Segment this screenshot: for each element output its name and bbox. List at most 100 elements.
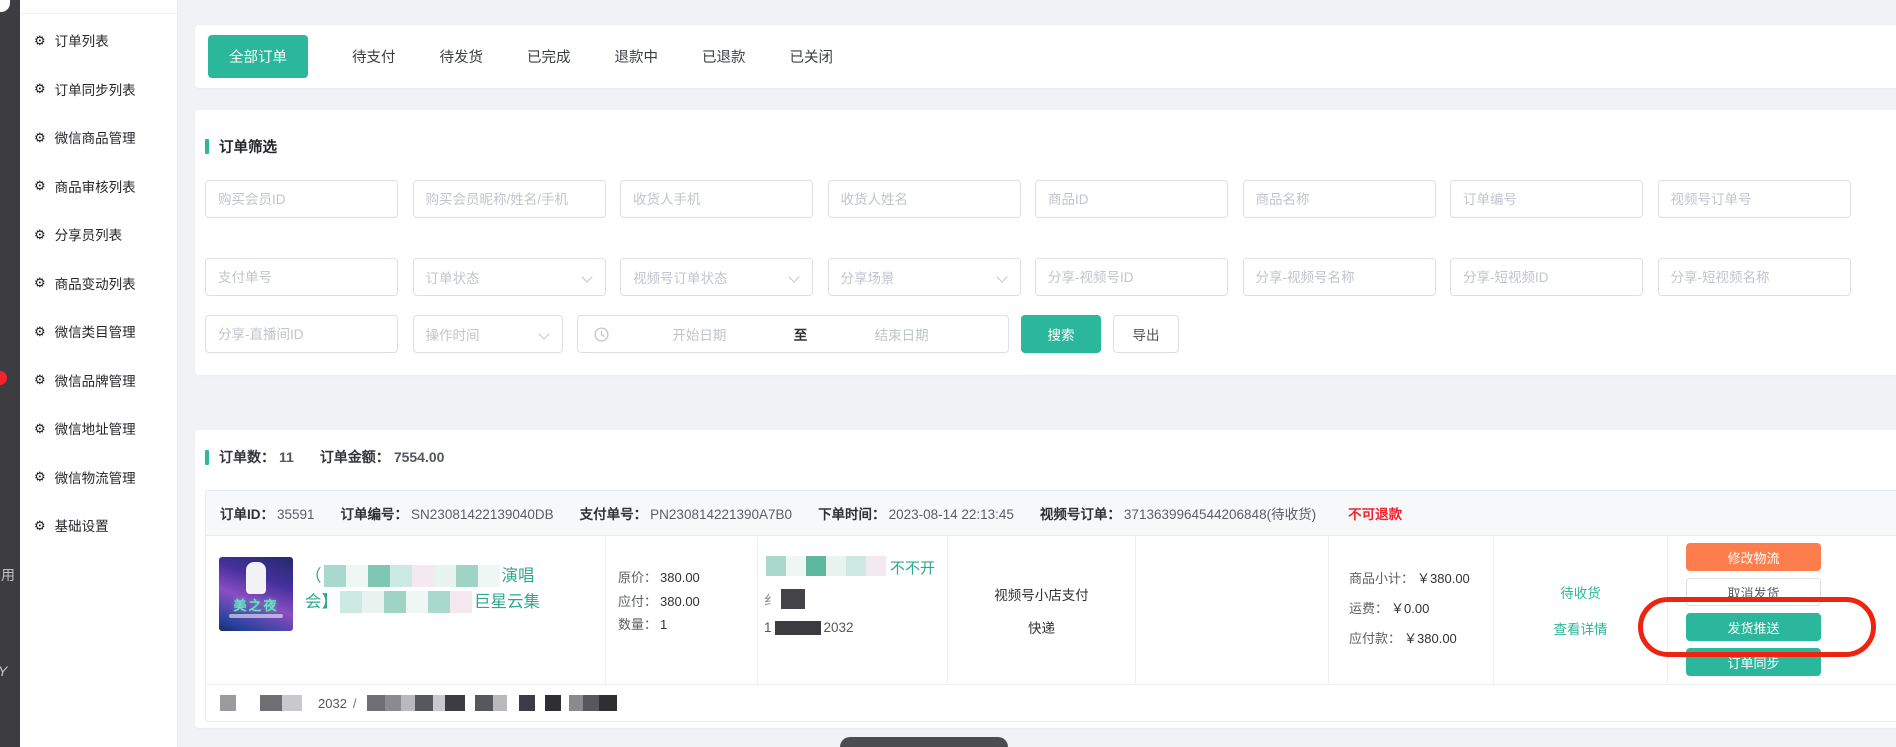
sidebar-item-order-sync-list[interactable]: ⚙订单同步列表 (20, 65, 177, 114)
gear-icon: ⚙ (34, 373, 46, 386)
section-marker-bar (205, 450, 209, 465)
tab-all-orders[interactable]: 全部订单 (208, 35, 308, 78)
start-date-placeholder[interactable]: 开始日期 (609, 324, 790, 344)
orig-price-value: 380.00 (660, 570, 700, 585)
tab-refunded[interactable]: 已退款 (702, 46, 746, 67)
sidebar-item-wechat-logistics[interactable]: ⚙微信物流管理 (20, 453, 177, 502)
receiver-phone-input[interactable] (620, 180, 813, 218)
sidebar-item-basic-settings[interactable]: ⚙ 基础设置 (20, 501, 177, 550)
sidebar-item-order-list[interactable]: ⚙订单列表 (20, 16, 177, 65)
order-sn-label: 订单编号： (341, 507, 409, 522)
order-stats-line: 订单数： 11 订单金额： 7554.00 (205, 447, 444, 467)
cancel-shipment-button[interactable]: 取消发货 (1686, 578, 1821, 606)
product-id-input[interactable] (1035, 180, 1228, 218)
customer-phone-suffix: 2032 (824, 620, 854, 635)
chevron-down-icon (996, 271, 1007, 282)
tab-pending-payment[interactable]: 待支付 (352, 46, 396, 67)
share-channel-name-input[interactable] (1243, 258, 1436, 296)
operate-time-select[interactable]: 操作时间 (413, 315, 563, 353)
clock-icon (594, 327, 609, 342)
status-cell: 待收货 查看详情 (1494, 536, 1668, 684)
freight-value: ￥0.00 (1391, 601, 1429, 616)
subtotal-label: 商品小计： (1349, 571, 1414, 586)
share-liveroom-id-input[interactable] (205, 315, 398, 353)
censor-mosaic (340, 591, 472, 613)
order-header: 订单ID：35591 订单编号：SN23081422139040DB 支付单号：… (206, 491, 1896, 536)
end-date-placeholder[interactable]: 结束日期 (811, 324, 992, 344)
product-cell: 美之夜 （ 演唱 会】 巨星云集 (206, 536, 606, 684)
app-logo (0, 0, 10, 12)
order-sn-input[interactable] (1450, 180, 1643, 218)
share-scene-select[interactable]: 分享场景 (828, 258, 1021, 296)
order-body: 美之夜 （ 演唱 会】 巨星云集 (206, 536, 1896, 684)
collapsed-dark-rail: 用 Y (0, 0, 20, 747)
tab-closed[interactable]: 已关闭 (790, 46, 834, 67)
order-admin-page: 用 Y ⚙订单列表 ⚙订单同步列表 ⚙微信商品管理 ⚙商品审核列表 ⚙分享员列表… (0, 0, 1896, 747)
select-placeholder: 分享场景 (841, 267, 895, 287)
tab-completed[interactable]: 已完成 (527, 46, 571, 67)
share-video-id-input[interactable] (1450, 258, 1643, 296)
status-badge: 待收货 (1560, 582, 1601, 602)
censor-block (775, 621, 821, 635)
order-card: 订单ID：35591 订单编号：SN23081422139040DB 支付单号：… (205, 490, 1896, 722)
price-cell: 原价：380.00 应付：380.00 数量：1 (606, 536, 758, 684)
channels-order-status-select[interactable]: 视频号订单状态 (620, 258, 813, 296)
sidebar-item-wechat-category[interactable]: ⚙微信类目管理 (20, 307, 177, 356)
order-status-select[interactable]: 订单状态 (413, 258, 606, 296)
buyer-id-input[interactable] (205, 180, 398, 218)
sidebar-item-label: 微信品牌管理 (55, 370, 136, 390)
share-video-name-input[interactable] (1658, 258, 1851, 296)
gear-icon: ⚙ (34, 179, 46, 192)
tab-refunding[interactable]: 退款中 (615, 46, 659, 67)
sidebar-item-wechat-product[interactable]: ⚙ 微信商品管理 (20, 113, 177, 162)
gear-icon: ⚙ (34, 519, 46, 532)
notification-badge (0, 371, 7, 385)
totals-cell: 商品小计：￥380.00 运费：￥0.00 应付款：￥380.00 (1329, 536, 1494, 684)
sidebar-item-label: 基础设置 (55, 515, 109, 535)
view-detail-link[interactable]: 查看详情 (1554, 618, 1608, 638)
rail-clipped-text: 用 (1, 565, 15, 585)
channels-order-label: 视频号订单： (1040, 507, 1121, 522)
title-fragment: 巨星云集 (474, 589, 540, 615)
order-count-label: 订单数： (219, 447, 275, 467)
subtotal-value: ￥380.00 (1417, 571, 1470, 586)
payment-sn-input[interactable] (205, 258, 398, 296)
sidebar-item-label: 分享员列表 (55, 224, 123, 244)
sidebar-item-label: 订单列表 (55, 30, 109, 50)
no-refund-badge: 不可退款 (1348, 503, 1402, 523)
filter-title: 订单筛选 (219, 136, 277, 157)
date-range-picker[interactable]: 开始日期 至 结束日期 (577, 315, 1009, 353)
share-channel-id-input[interactable] (1035, 258, 1228, 296)
receiver-name-input[interactable] (828, 180, 1021, 218)
poster-title-text: 美之夜 (219, 595, 293, 614)
sidebar-item-label: 微信商品管理 (55, 127, 136, 147)
modify-logistics-button[interactable]: 修改物流 (1686, 543, 1821, 571)
gear-icon: ⚙ (34, 82, 46, 95)
gear-icon: ⚙ (34, 422, 46, 435)
channels-order-value: 3713639964544206848(待收货) (1124, 507, 1316, 522)
order-sync-button[interactable]: 订单同步 (1686, 648, 1821, 676)
order-id-value: 35591 (277, 507, 315, 522)
sidebar-item-product-audit[interactable]: ⚙商品审核列表 (20, 162, 177, 211)
sidebar-item-product-change[interactable]: ⚙商品变动列表 (20, 259, 177, 308)
sidebar-item-wechat-address[interactable]: ⚙微信地址管理 (20, 404, 177, 453)
export-button[interactable]: 导出 (1113, 315, 1179, 353)
orig-price-label: 原价： (618, 570, 657, 585)
sidebar-item-label: 微信类目管理 (55, 321, 136, 341)
sidebar-item-sharer-list[interactable]: ⚙分享员列表 (20, 210, 177, 259)
payment-method: 视频号小店支付 (994, 584, 1089, 604)
freight-label: 运费： (1349, 601, 1388, 616)
shipment-push-button[interactable]: 发货推送 (1686, 613, 1821, 641)
amount-due-label: 应付款： (1349, 631, 1401, 646)
sidebar-item-wechat-brand[interactable]: ⚙ 微信品牌管理 (20, 356, 177, 405)
sidebar: ⚙订单列表 ⚙订单同步列表 ⚙微信商品管理 ⚙商品审核列表 ⚙分享员列表 ⚙商品… (20, 0, 178, 747)
buyer-nickname-input[interactable] (413, 180, 606, 218)
gear-icon: ⚙ (34, 131, 46, 144)
order-time-value: 2023-08-14 22:13:45 (889, 507, 1014, 522)
search-button[interactable]: 搜索 (1021, 315, 1101, 353)
product-name-input[interactable] (1243, 180, 1436, 218)
sidebar-item-label: 商品变动列表 (55, 273, 136, 293)
order-filter-panel: 订单筛选 订单状态 视频号订单状态 分享场景 操作时间 (195, 110, 1896, 375)
tab-pending-shipment[interactable]: 待发货 (440, 46, 484, 67)
channels-order-sn-input[interactable] (1658, 180, 1851, 218)
